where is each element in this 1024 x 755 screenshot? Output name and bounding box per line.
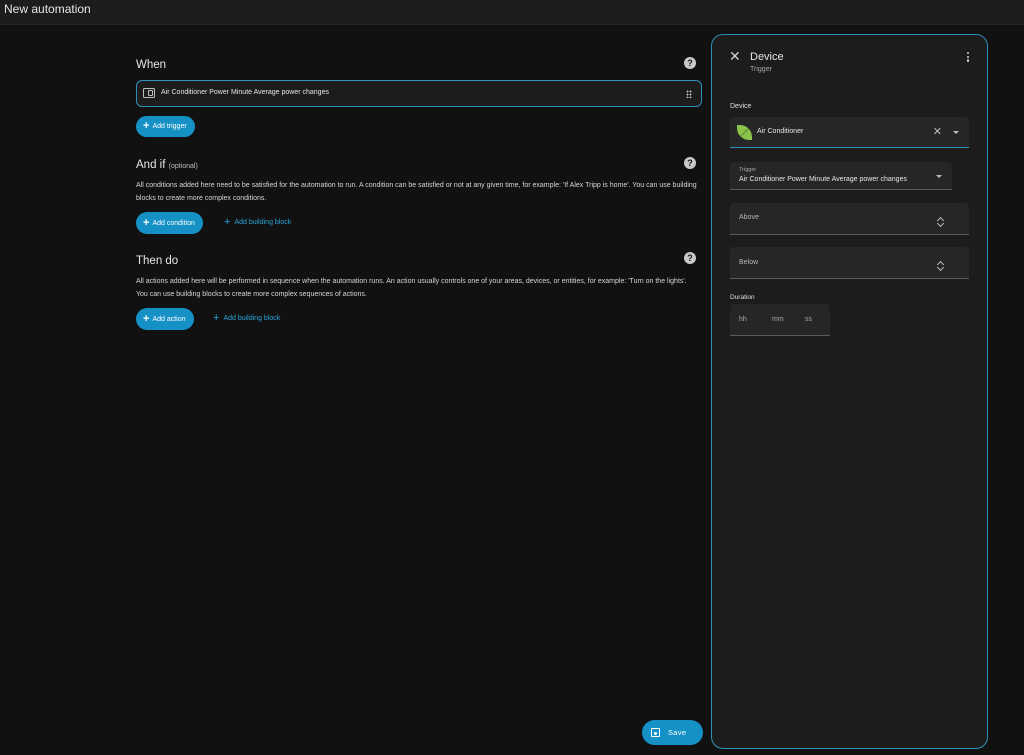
below-placeholder: Below [739, 259, 759, 266]
save-button[interactable]: Save [642, 720, 703, 745]
save-label: Save [668, 728, 687, 737]
help-icon[interactable]: ? [684, 57, 696, 69]
above-input[interactable]: Above [730, 203, 969, 235]
trigger-select[interactable]: Trigger Air Conditioner Power Minute Ave… [730, 162, 952, 190]
panel-title: Device [750, 51, 784, 63]
device-icon [143, 88, 155, 98]
add-action-button[interactable]: + Add action [136, 308, 194, 330]
plus-icon: + [224, 216, 231, 228]
drag-handle-icon[interactable] [686, 90, 692, 98]
when-heading: When [136, 59, 167, 71]
save-icon [651, 728, 660, 737]
below-input[interactable]: Below [730, 247, 969, 279]
add-action-label: Add action [152, 316, 186, 323]
trigger-row[interactable]: Air Conditioner Power Minute Average pow… [136, 80, 702, 107]
panel-subtitle: Trigger [750, 66, 772, 73]
top-bar: New automation [0, 0, 1024, 25]
page-title: New automation [4, 2, 91, 16]
duration-input[interactable]: hh mm ss [730, 304, 830, 336]
duration-minutes[interactable]: mm [772, 316, 784, 323]
trigger-field-label: Trigger [739, 167, 757, 173]
and-if-heading: And if (optional) [136, 159, 198, 171]
trigger-editor-panel: ✕ Device Trigger Device Air Conditioner … [711, 34, 988, 749]
stepper-icon[interactable] [938, 217, 944, 226]
clear-icon[interactable]: ✕ [933, 125, 942, 138]
add-building-block-label: Add building block [223, 315, 281, 322]
plus-icon: + [143, 120, 150, 132]
close-icon[interactable]: ✕ [729, 49, 741, 63]
plus-icon: + [143, 217, 150, 229]
device-value: Air Conditioner [757, 128, 804, 135]
then-do-description: All actions added here will be performed… [136, 278, 687, 298]
and-if-title: And if [136, 159, 166, 171]
duration-hours[interactable]: hh [739, 316, 747, 323]
add-building-block-label: Add building block [234, 219, 292, 226]
above-placeholder: Above [739, 214, 759, 221]
chevron-down-icon[interactable] [953, 131, 959, 134]
add-building-block-actions-link[interactable]: + Add building block [213, 308, 280, 329]
more-options-icon[interactable] [967, 52, 970, 62]
help-icon[interactable]: ? [684, 157, 696, 169]
add-building-block-conditions-link[interactable]: + Add building block [224, 212, 291, 233]
stepper-icon[interactable] [938, 261, 944, 270]
trigger-row-label: Air Conditioner Power Minute Average pow… [161, 89, 329, 96]
add-condition-label: Add condition [152, 220, 195, 227]
device-select[interactable]: Air Conditioner ✕ [730, 117, 969, 148]
add-trigger-label: Add trigger [152, 123, 187, 130]
then-do-heading: Then do [136, 255, 179, 267]
add-trigger-button[interactable]: + Add trigger [136, 116, 195, 137]
and-if-description: All conditions added here need to be sat… [136, 182, 697, 202]
chevron-down-icon[interactable] [936, 175, 942, 178]
plus-icon: + [143, 313, 150, 325]
optional-label: (optional) [168, 163, 198, 170]
add-condition-button[interactable]: + Add condition [136, 212, 203, 234]
trigger-value: Air Conditioner Power Minute Average pow… [739, 176, 907, 183]
duration-label: Duration [730, 294, 755, 301]
device-field-label: Device [730, 103, 752, 110]
duration-seconds[interactable]: ss [805, 316, 812, 323]
leaf-icon [737, 125, 752, 140]
plus-icon: + [213, 312, 220, 324]
help-icon[interactable]: ? [684, 252, 696, 264]
